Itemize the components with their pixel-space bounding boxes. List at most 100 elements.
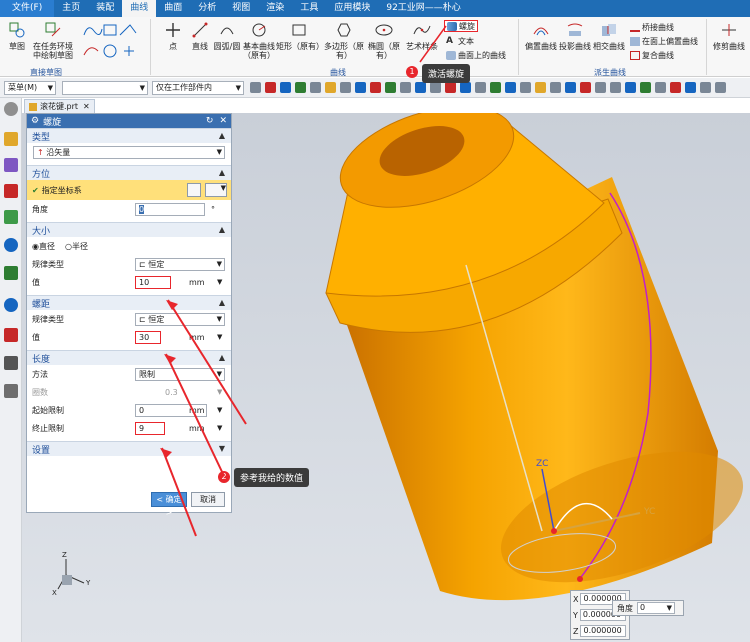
snap-tool-icon[interactable] (325, 82, 336, 93)
text-button[interactable]: A 文本 (446, 36, 474, 47)
snap-tool-icon[interactable] (610, 82, 621, 93)
offset-on-face-button[interactable]: 在面上偏置曲线 (630, 36, 698, 47)
close-icon[interactable]: ✕ (219, 116, 227, 126)
roles-icon[interactable] (4, 356, 18, 370)
menu-tools[interactable]: 工具 (292, 0, 326, 17)
line-button[interactable]: 直线 (188, 20, 212, 51)
ellipse-button[interactable]: 椭圆（原有） (364, 20, 404, 60)
diameter-radio[interactable]: ◉ (32, 242, 39, 251)
csys-picker-icon[interactable]: ▼ (205, 183, 227, 197)
web-browser-icon[interactable] (4, 238, 18, 252)
cancel-button[interactable]: 取消 (191, 492, 225, 507)
clock-icon[interactable] (4, 298, 18, 312)
snap-tool-icon[interactable] (715, 82, 726, 93)
angle-input[interactable]: 0 (135, 202, 205, 216)
snap-tool-icon[interactable] (355, 82, 366, 93)
snap-tool-icon[interactable] (535, 82, 546, 93)
snap-tool-icon[interactable] (595, 82, 606, 93)
type-select[interactable]: ↑ 沿矢量 ▼ (33, 145, 225, 159)
helix-button[interactable]: 螺旋 (444, 20, 478, 32)
intersection-curve-button[interactable]: 相交曲线 (592, 20, 626, 51)
assembly-navigator-icon[interactable] (4, 158, 18, 172)
snap-tool-icon[interactable] (655, 82, 666, 93)
composite-curve-button[interactable]: 复合曲线 (630, 50, 674, 61)
snap-tool-icon[interactable] (460, 82, 471, 93)
snap-tool-icon[interactable] (250, 82, 261, 93)
size-value-input[interactable]: 10 (135, 275, 171, 289)
menu-file[interactable]: 文件(F) (0, 0, 55, 17)
document-tab[interactable]: 滚花键.prt ✕ (24, 99, 95, 113)
curve-on-surface-button[interactable]: 曲面上的曲线 (446, 50, 506, 61)
gear-icon[interactable] (4, 102, 18, 116)
menu-assembly[interactable]: 装配 (88, 0, 122, 17)
projection-curve-button[interactable]: 投影曲线 (558, 20, 592, 51)
snap-tool-icon[interactable] (580, 82, 591, 93)
reuse-library-icon[interactable] (4, 210, 18, 224)
snap-tool-icon[interactable] (415, 82, 426, 93)
offset-curve-button[interactable]: 偏置曲线 (524, 20, 558, 51)
art-spline-button[interactable]: 艺术样条 (404, 20, 440, 51)
system-scene-icon[interactable] (4, 384, 18, 398)
snap-tool-icon[interactable] (310, 82, 321, 93)
history-icon[interactable] (4, 266, 18, 280)
snap-tool-icon[interactable] (370, 82, 381, 93)
snap-tool-icon[interactable] (670, 82, 681, 93)
bridge-curve-button[interactable]: 桥接曲线 (630, 22, 674, 33)
menu-surface[interactable]: 曲面 (156, 0, 190, 17)
snap-tool-icon[interactable] (280, 82, 291, 93)
size-law-select[interactable]: ⊏ 恒定 ▼ (135, 257, 225, 271)
length-section-header[interactable]: 长度 ▲ (27, 350, 231, 365)
snap-tool-icon[interactable] (265, 82, 276, 93)
snap-tool-icon[interactable] (565, 82, 576, 93)
process-studio-icon[interactable] (4, 328, 18, 342)
ok-button[interactable]: < 确定 > (151, 492, 187, 517)
reset-icon[interactable]: ↻ (206, 116, 214, 126)
sketch-button[interactable]: 草图 (6, 20, 28, 51)
snap-tool-icon[interactable] (640, 82, 651, 93)
type-section-header[interactable]: 类型 ▲ (27, 128, 231, 143)
snap-tool-icon[interactable] (430, 82, 441, 93)
specify-csys-row[interactable]: ✔ 指定坐标系 ▼ (27, 180, 231, 200)
constraint-navigator-icon[interactable] (4, 184, 18, 198)
chevron-down-icon[interactable]: ▼ (217, 278, 222, 286)
snap-tool-icon[interactable] (490, 82, 501, 93)
menu-home[interactable]: 主页 (54, 0, 88, 17)
chevron-down-icon[interactable]: ▼ (217, 406, 222, 414)
polygon-button[interactable]: 多边形（原有） (324, 20, 364, 60)
pitch-value-input[interactable]: 30 (135, 330, 161, 344)
pitch-law-select[interactable]: ⊏ 恒定 ▼ (135, 312, 225, 326)
chevron-down-icon[interactable]: ▼ (217, 333, 222, 341)
menu-dropdown[interactable]: 菜单(M) ▼ (4, 81, 56, 95)
snap-tool-icon[interactable] (400, 82, 411, 93)
close-icon[interactable]: ✕ (83, 102, 90, 111)
snap-tool-icon[interactable] (685, 82, 696, 93)
radius-radio[interactable]: ○ (65, 242, 72, 251)
snap-tool-icon[interactable] (475, 82, 486, 93)
snap-tool-icon[interactable] (295, 82, 306, 93)
coord-z-input[interactable]: 0.000000 (580, 625, 627, 637)
snap-tool-icon[interactable] (505, 82, 516, 93)
size-section-header[interactable]: 大小 ▲ (27, 222, 231, 237)
scope-select[interactable]: 仅在工作部件内 ▼ (152, 81, 244, 95)
snap-tool-icon[interactable] (700, 82, 711, 93)
menu-application[interactable]: 应用模块 (326, 0, 378, 17)
menu-render[interactable]: 渲染 (258, 0, 292, 17)
snap-tool-icon[interactable] (340, 82, 351, 93)
pitch-section-header[interactable]: 螺距 ▲ (27, 295, 231, 310)
rectangle-button[interactable]: 矩形（原有） (276, 20, 324, 51)
orient-section-header[interactable]: 方位 ▲ (27, 165, 231, 180)
basic-curve-button[interactable]: 基本曲线 （原有） (242, 20, 276, 60)
snap-tool-icon[interactable] (385, 82, 396, 93)
arc-circle-button[interactable]: 圆弧/圆 (212, 20, 242, 51)
settings-section-header[interactable]: 设置 ▼ (27, 441, 231, 456)
menu-curve[interactable]: 曲线 (122, 0, 157, 17)
method-select[interactable]: 限制 ▼ (135, 367, 225, 381)
snap-tool-icon[interactable] (520, 82, 531, 93)
point-button[interactable]: 点 (158, 20, 188, 51)
snap-tool-icon[interactable] (550, 82, 561, 93)
chevron-down-icon[interactable]: ▼ (217, 424, 222, 432)
snap-tool-icon[interactable] (625, 82, 636, 93)
part-navigator-icon[interactable] (4, 132, 18, 146)
trim-curve-button[interactable]: 修剪曲线 (710, 20, 748, 51)
csys-dialog-icon[interactable] (187, 183, 201, 197)
